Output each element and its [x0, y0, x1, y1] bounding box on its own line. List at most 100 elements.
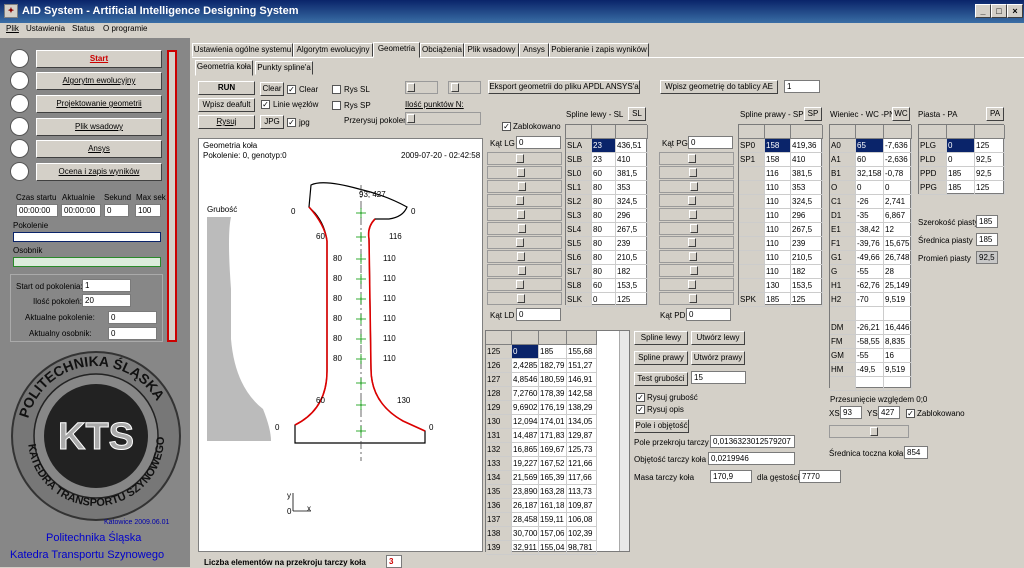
- spline-slider[interactable]: [659, 194, 734, 207]
- ocena-button[interactable]: Ocena i zapis wyników: [36, 163, 162, 181]
- table-cell[interactable]: [856, 307, 884, 321]
- slider-thumb[interactable]: [518, 224, 526, 233]
- slider-thumb[interactable]: [517, 168, 525, 177]
- szerokosc-piasty-field[interactable]: 185: [976, 215, 998, 228]
- tab-ansys[interactable]: Ansys: [519, 43, 549, 57]
- objetosc-field[interactable]: 0,0219946: [708, 452, 795, 465]
- table-cell[interactable]: 165,39: [539, 471, 567, 485]
- slider-thumb[interactable]: [689, 168, 697, 177]
- gestosc-field[interactable]: 7770: [799, 470, 841, 483]
- slider-thumb[interactable]: [516, 238, 524, 247]
- srednica-piasty-field[interactable]: 185: [976, 233, 998, 246]
- table-cell[interactable]: 4,8546: [512, 373, 539, 387]
- table-cell[interactable]: [884, 377, 912, 391]
- table-cell[interactable]: 106,08: [567, 513, 597, 527]
- run-button[interactable]: RUN: [198, 81, 255, 95]
- table-cell[interactable]: -62,76: [856, 279, 884, 293]
- table-cell[interactable]: -2,636: [884, 153, 912, 167]
- przesuniecie-slider[interactable]: [829, 425, 909, 438]
- table-cell[interactable]: 142,58: [567, 387, 597, 401]
- slider-thumb[interactable]: [690, 266, 698, 275]
- table-cell[interactable]: 158: [765, 139, 791, 153]
- table-cell[interactable]: 80: [592, 181, 616, 195]
- ys-field[interactable]: 427: [878, 406, 900, 419]
- ansys-button[interactable]: Ansys: [36, 140, 162, 158]
- spline-slider[interactable]: [487, 222, 562, 235]
- slider-thumb[interactable]: [688, 280, 696, 289]
- aktualny-osobnik-field[interactable]: 0: [108, 327, 157, 340]
- table-cell[interactable]: -35: [856, 209, 884, 223]
- table-cell[interactable]: 324,5: [616, 195, 648, 209]
- pole-przekroju-field[interactable]: 0,0136323012579207: [710, 435, 795, 448]
- tab-obciazenia[interactable]: Obciążenia: [420, 43, 464, 57]
- table-cell[interactable]: 210,5: [616, 251, 648, 265]
- kat-pg-field[interactable]: 0: [688, 136, 733, 149]
- tab-algorytm[interactable]: Algorytm ewolucyjny: [293, 43, 373, 57]
- table-cell[interactable]: -58,55: [856, 335, 884, 349]
- spline-slider[interactable]: [487, 194, 562, 207]
- subtab-geometria-kola[interactable]: Geometria koła: [195, 60, 253, 76]
- table-cell[interactable]: 381,5: [616, 167, 648, 181]
- table-cell[interactable]: 180,59: [539, 373, 567, 387]
- table-cell[interactable]: 169,67: [539, 443, 567, 457]
- spline-slider[interactable]: [659, 250, 734, 263]
- table-cell[interactable]: 167,52: [539, 457, 567, 471]
- kat-lg-field[interactable]: 0: [516, 136, 561, 149]
- rys-sp-checkbox[interactable]: [332, 101, 341, 110]
- table-cell[interactable]: 0: [884, 181, 912, 195]
- test-grubosci-field[interactable]: 15: [691, 371, 746, 384]
- slider-thumb[interactable]: [688, 196, 696, 205]
- table-cell[interactable]: 410: [791, 153, 823, 167]
- clear-checkbox[interactable]: ✓: [287, 85, 296, 94]
- linie-wezlow-checkbox[interactable]: ✓: [261, 100, 270, 109]
- table-cell[interactable]: 182,79: [539, 359, 567, 373]
- table-cell[interactable]: 182: [616, 265, 648, 279]
- slider-thumb[interactable]: [690, 224, 698, 233]
- table-cell[interactable]: 125: [616, 293, 648, 307]
- table-cell[interactable]: 0: [592, 293, 616, 307]
- slider-thumb[interactable]: [516, 154, 524, 163]
- nodes-scrollbar[interactable]: [619, 331, 629, 551]
- table-cell[interactable]: 130: [765, 279, 791, 293]
- zablokowano-checkbox[interactable]: ✓: [502, 122, 511, 131]
- aktualne-pokolenie-field[interactable]: 0: [108, 311, 157, 324]
- table-cell[interactable]: 110: [765, 223, 791, 237]
- utworz-lewy-button[interactable]: Utwórz lewy: [691, 331, 745, 345]
- table-cell[interactable]: [884, 307, 912, 321]
- table-cell[interactable]: 182: [791, 265, 823, 279]
- table-cell[interactable]: 116: [765, 167, 791, 181]
- czas-startu-field[interactable]: 00:00:00: [16, 204, 58, 217]
- table-cell[interactable]: 113,73: [567, 485, 597, 499]
- slider-thumb[interactable]: [688, 238, 696, 247]
- xs-field[interactable]: 93: [840, 406, 862, 419]
- table-cell[interactable]: 80: [592, 265, 616, 279]
- table-cell[interactable]: 14,487: [512, 429, 539, 443]
- spline-slider[interactable]: [487, 264, 562, 277]
- table-cell[interactable]: 155,04: [539, 541, 567, 555]
- tab-pobieranie[interactable]: Pobieranie i zapis wyników: [549, 43, 649, 57]
- app-icon[interactable]: ✦: [4, 4, 18, 18]
- slider-thumb[interactable]: [516, 196, 524, 205]
- table-cell[interactable]: 110: [765, 181, 791, 195]
- menu-status[interactable]: Status: [72, 24, 95, 33]
- wpisz-default-button[interactable]: Wpisz deafult: [198, 98, 255, 112]
- table-cell[interactable]: 16,446: [884, 321, 912, 335]
- table-cell[interactable]: 80: [592, 209, 616, 223]
- spline-slider[interactable]: [659, 208, 734, 221]
- pa-button[interactable]: PA: [986, 107, 1004, 121]
- spline-slider[interactable]: [487, 152, 562, 165]
- pole-objetosc-button[interactable]: Pole i objętość: [634, 419, 689, 433]
- table-cell[interactable]: 32,911: [512, 541, 539, 555]
- table-cell[interactable]: 102,39: [567, 527, 597, 541]
- table-cell[interactable]: 296: [616, 209, 648, 223]
- slider-thumb[interactable]: [688, 154, 696, 163]
- table-cell[interactable]: -70: [856, 293, 884, 307]
- table-cell[interactable]: -26: [856, 195, 884, 209]
- spline-slider[interactable]: [659, 152, 734, 165]
- table-cell[interactable]: 0: [856, 181, 884, 195]
- tab-geometria[interactable]: Geometria: [373, 42, 420, 58]
- table-cell[interactable]: 125: [791, 293, 823, 307]
- kat-pd-field[interactable]: 0: [686, 308, 731, 321]
- table-cell[interactable]: 12,094: [512, 415, 539, 429]
- projektowanie-button[interactable]: Projektowanie geometrii: [36, 95, 162, 113]
